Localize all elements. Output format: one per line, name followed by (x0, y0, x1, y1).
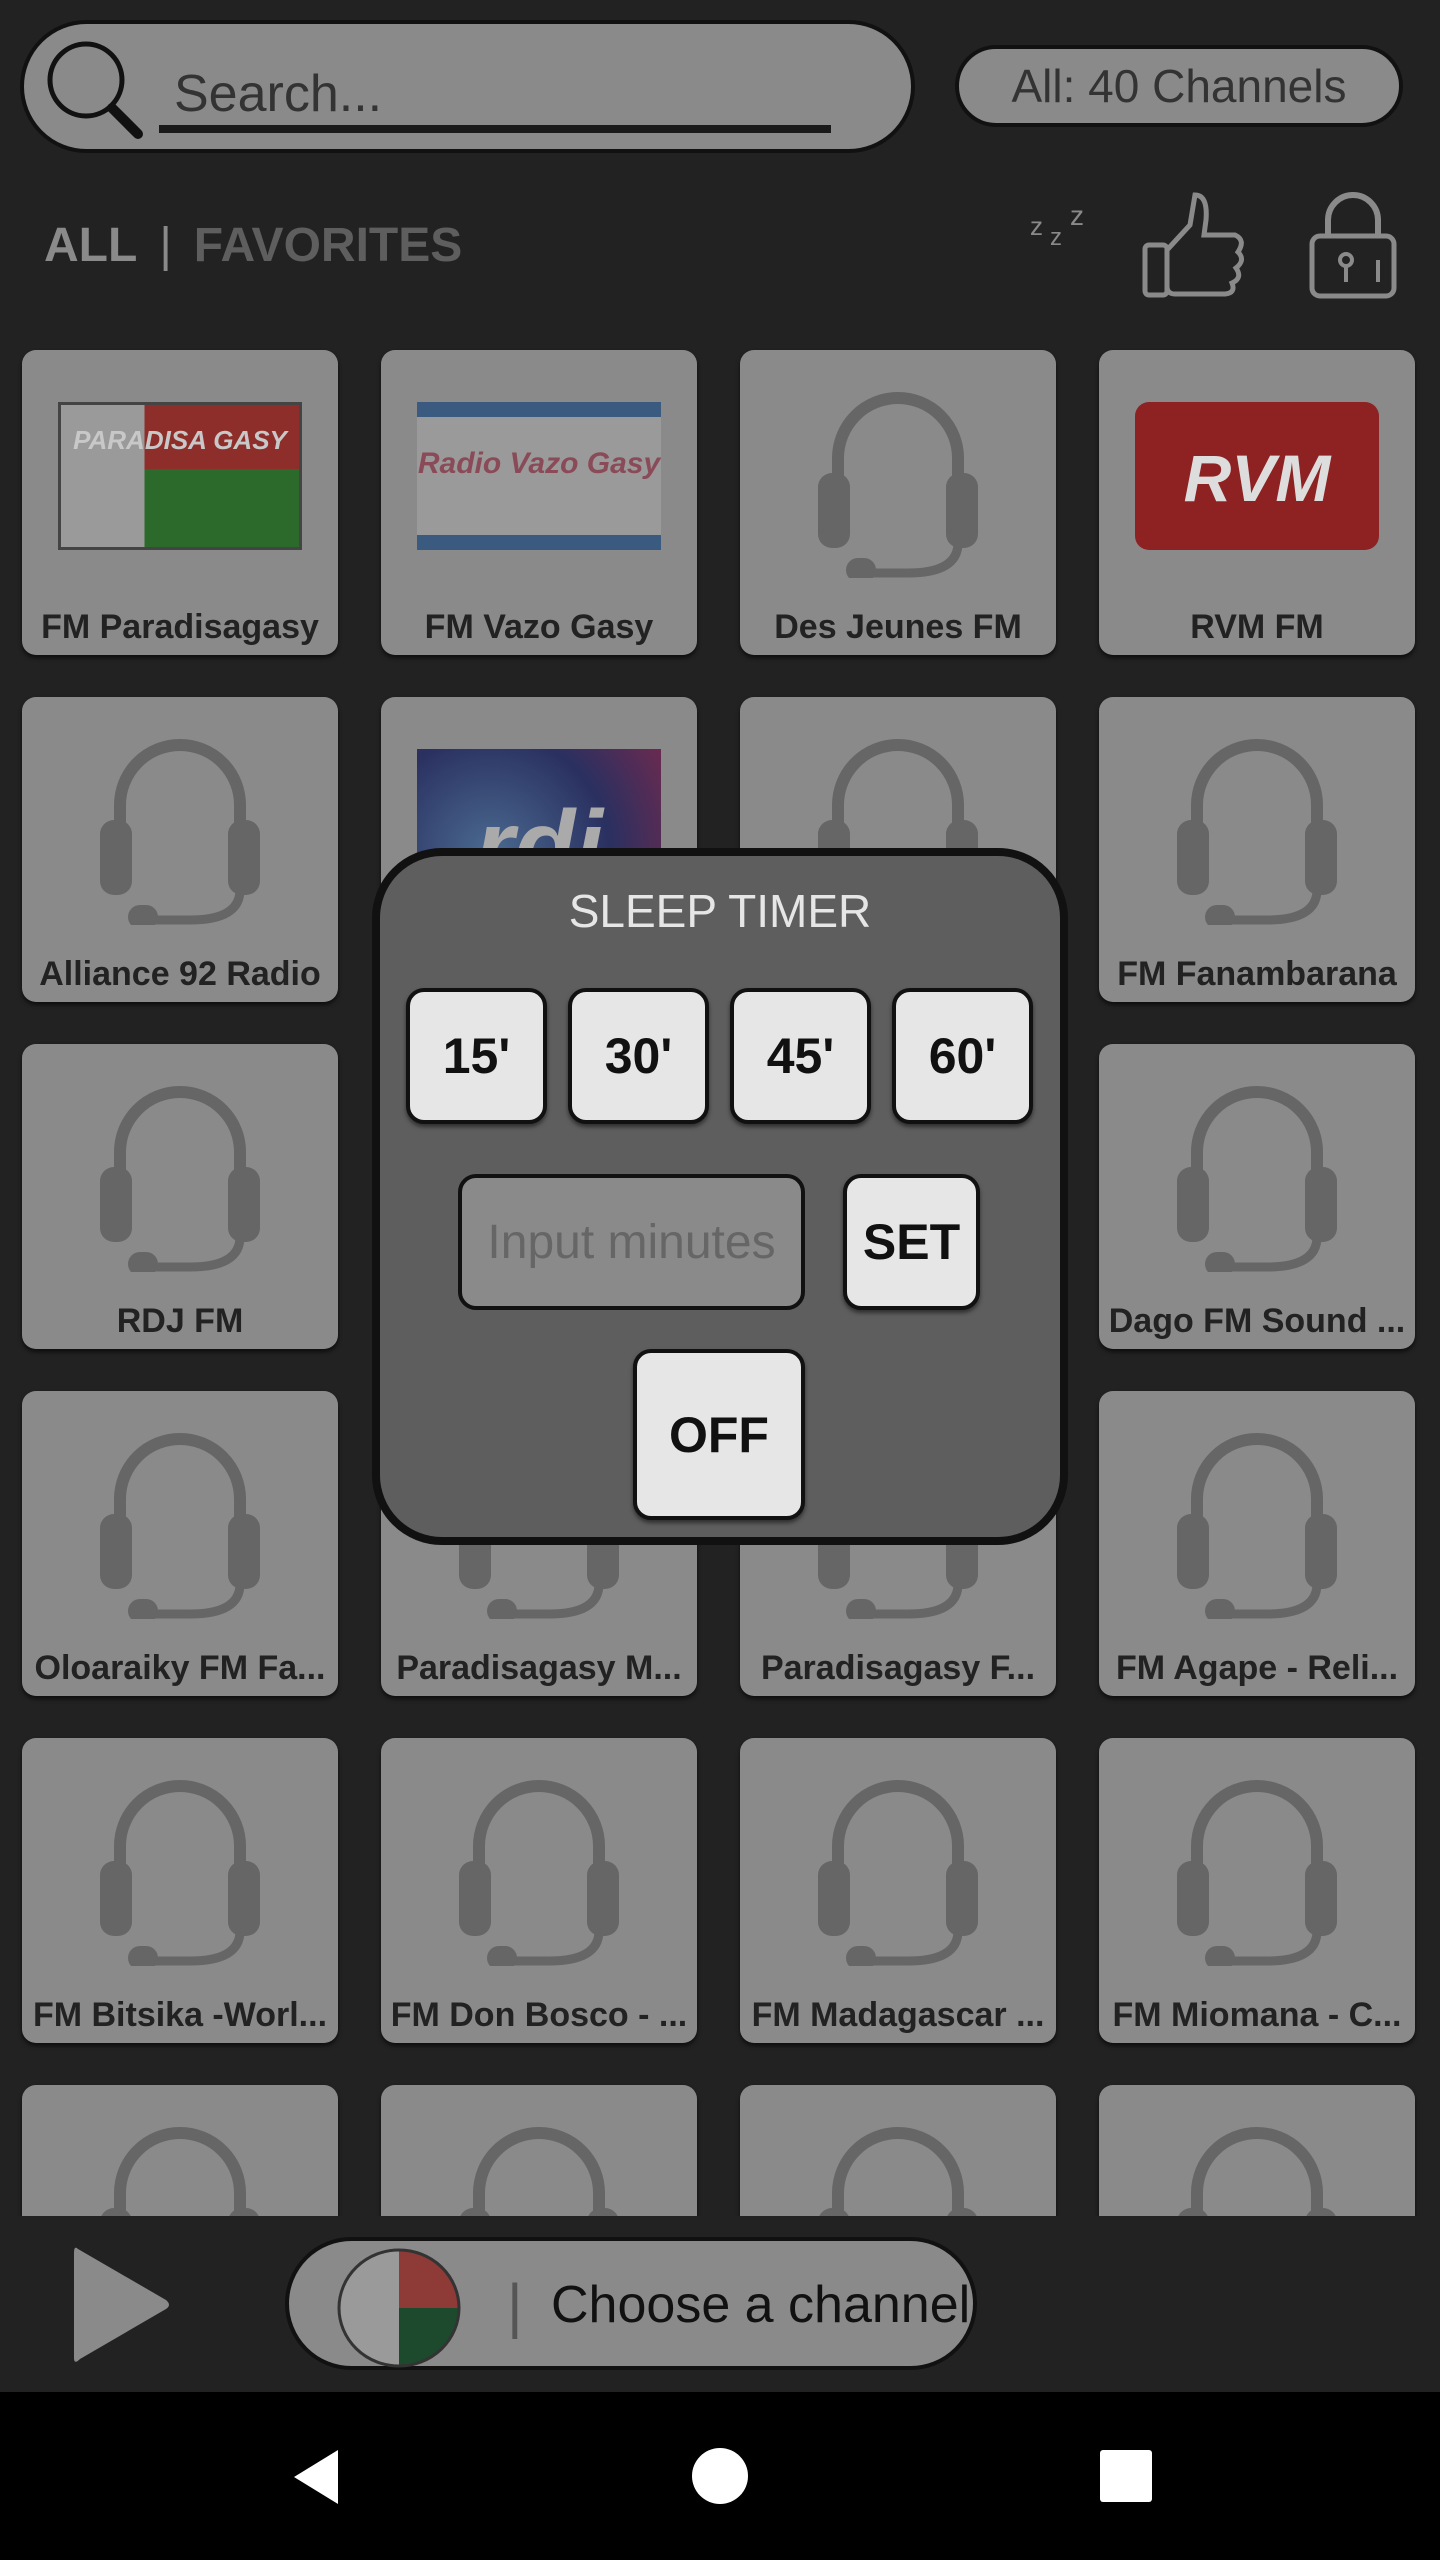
channel-tile[interactable]: PARADISA GASY FM Paradisagasy (22, 350, 338, 655)
channel-tile[interactable]: FM Miomana - C... (1099, 1738, 1415, 2043)
recents-icon[interactable] (1100, 2450, 1152, 2502)
set-button[interactable]: SET (843, 1174, 980, 1310)
tab-favorites[interactable]: FAVORITES (194, 218, 462, 273)
headphones-icon (439, 2113, 639, 2216)
channel-tile[interactable]: Oloaraiky FM Fa... (22, 1391, 338, 1696)
svg-text:z: z (1070, 200, 1084, 231)
headphones-icon (798, 378, 998, 578)
sleep-timer-dialog: SLEEP TIMER 15' 30' 45' 60' SET OFF (372, 848, 1068, 1545)
off-button[interactable]: OFF (633, 1349, 805, 1520)
svg-text:z: z (1030, 211, 1043, 241)
channel-name: FM Don Bosco - ... (390, 1996, 688, 2034)
thumbs-up-icon[interactable] (1140, 190, 1250, 300)
preset-45-button[interactable]: 45' (730, 988, 871, 1124)
now-playing-pill[interactable]: | Choose a channel (285, 2237, 977, 2370)
channel-name: Alliance 92 Radio (39, 955, 321, 993)
channel-tile[interactable]: FM Don Bosco - ... (381, 1738, 697, 2043)
headphones-icon (80, 1072, 280, 1272)
lock-icon[interactable] (1308, 190, 1398, 300)
channel-tile[interactable]: Des Jeunes FM (740, 350, 1056, 655)
channel-name: FM Miomana - C... (1112, 1996, 1402, 2034)
back-icon[interactable] (290, 2448, 342, 2506)
channel-tile[interactable] (22, 2085, 338, 2216)
channel-tile[interactable]: Radio Vazo Gasy FM Vazo Gasy (381, 350, 697, 655)
channel-tile[interactable]: Alliance 92 Radio (22, 697, 338, 1002)
channel-name: FM Bitsika -Worl... (32, 1996, 328, 2034)
preset-60-button[interactable]: 60' (892, 988, 1033, 1124)
system-nav-bar (0, 2392, 1440, 2560)
svg-text:z: z (1050, 224, 1062, 251)
channel-name: Oloaraiky FM Fa... (34, 1649, 326, 1687)
channel-tile[interactable]: FM Bitsika -Worl... (22, 1738, 338, 2043)
headphones-icon (1157, 2113, 1357, 2216)
channel-name: Des Jeunes FM (774, 608, 1022, 646)
channel-tile[interactable]: FM Agape - Reli... (1099, 1391, 1415, 1696)
headphones-icon (80, 1766, 280, 1966)
channel-name: FM Agape - Reli... (1115, 1649, 1399, 1687)
channel-tile[interactable]: Dago FM Sound ... (1099, 1044, 1415, 1349)
channel-tile[interactable]: FM Madagascar ... (740, 1738, 1056, 2043)
play-icon[interactable] (70, 2243, 175, 2368)
search-underline (159, 125, 831, 133)
channel-tile[interactable]: FM Fanambarana (1099, 697, 1415, 1002)
paradisa-gasy-logo: PARADISA GASY (58, 402, 302, 550)
preset-30-button[interactable]: 30' (568, 988, 709, 1124)
channel-name: FM Paradisagasy (41, 608, 319, 646)
vazo-gasy-logo: Radio Vazo Gasy (417, 402, 661, 550)
headphones-icon (439, 1766, 639, 1966)
dialog-title: SLEEP TIMER (568, 885, 872, 937)
rvm-logo: RVM (1135, 402, 1379, 550)
channel-name: FM Fanambarana (1117, 955, 1397, 993)
headphones-icon (798, 1766, 998, 1966)
home-icon[interactable] (692, 2448, 748, 2504)
channel-name: FM Madagascar ... (751, 1996, 1045, 2034)
channel-name: Paradisagasy F... (760, 1649, 1036, 1687)
sleep-timer-moon-icon[interactable]: z z z (980, 190, 1095, 300)
filter-tabs: ALL | FAVORITES (44, 218, 462, 273)
channel-name: Dago FM Sound ... (1108, 1302, 1406, 1340)
headphones-icon (1157, 1419, 1357, 1619)
preset-15-button[interactable]: 15' (406, 988, 547, 1124)
headphones-icon (1157, 1766, 1357, 1966)
player-separator: | (507, 2272, 523, 2339)
channel-name: RVM FM (1190, 608, 1324, 646)
tab-all[interactable]: ALL (44, 218, 137, 273)
headphones-icon (80, 1419, 280, 1619)
channel-tile[interactable]: RDJ FM (22, 1044, 338, 1349)
channel-count-button[interactable]: All: 40 Channels (955, 45, 1403, 127)
channel-tile[interactable] (381, 2085, 697, 2216)
channel-name: FM Vazo Gasy (424, 608, 654, 646)
search-icon (47, 41, 143, 139)
minutes-input[interactable] (458, 1174, 805, 1310)
now-playing-text: Choose a channel (551, 2276, 971, 2334)
headphones-icon (1157, 725, 1357, 925)
channel-name: Paradisagasy M... (396, 1649, 682, 1687)
channel-tile[interactable] (740, 2085, 1056, 2216)
search-input[interactable] (174, 64, 854, 124)
headphones-icon (798, 2113, 998, 2216)
channel-tile[interactable] (1099, 2085, 1415, 2216)
headphones-icon (1157, 1072, 1357, 1272)
headphones-icon (80, 725, 280, 925)
headphones-icon (80, 2113, 280, 2216)
channel-tile[interactable]: RVM RVM FM (1099, 350, 1415, 655)
channel-name: RDJ FM (116, 1302, 244, 1340)
search-bar[interactable] (20, 20, 915, 153)
tab-separator: | (159, 219, 172, 272)
madagascar-flag-icon (337, 2248, 461, 2368)
